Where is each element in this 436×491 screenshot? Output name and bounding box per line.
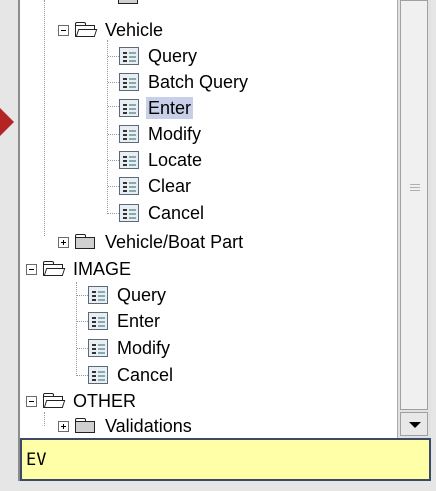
tree-guide-line — [77, 348, 88, 349]
tree-leaf-label: Query — [117, 285, 167, 305]
tree-node-vehicle[interactable]: Vehicle — [58, 17, 165, 43]
tree-node-validations[interactable]: Validations — [58, 413, 194, 438]
form-document-icon — [119, 99, 139, 117]
tree-leaf-image-modify[interactable]: Modify — [88, 335, 172, 361]
tree-row-partial — [118, 0, 146, 10]
tree-leaf-label: Query — [148, 46, 198, 66]
navigation-tree-panel: Vehicle Query Batch Query Enter Modify L… — [18, 0, 431, 481]
tree-node-image[interactable]: IMAGE — [26, 256, 133, 282]
open-folder-icon — [43, 261, 66, 277]
form-document-icon — [119, 151, 139, 169]
tree-guide-line — [76, 282, 77, 376]
form-document-icon — [119, 73, 139, 91]
closed-folder-icon — [118, 0, 140, 5]
tree-guide-line — [108, 56, 119, 57]
form-document-icon — [119, 177, 139, 195]
tree-node-label: Vehicle — [105, 20, 164, 40]
collapse-toggle-icon[interactable] — [26, 263, 37, 275]
open-folder-icon — [43, 393, 66, 409]
tree-leaf-label: Cancel — [117, 365, 174, 385]
scrollbar-thumb[interactable] — [400, 0, 428, 410]
tree-guide-line — [77, 295, 88, 296]
tree-guide-line — [107, 40, 108, 214]
tree-guide-line — [108, 134, 119, 135]
form-document-icon — [88, 366, 108, 384]
tree-leaf-vehicle-locate[interactable]: Locate — [119, 147, 204, 173]
tree-leaf-vehicle-query[interactable]: Query — [119, 43, 199, 69]
collapse-toggle-icon[interactable] — [58, 24, 69, 36]
command-tree[interactable]: Vehicle Query Batch Query Enter Modify L… — [20, 0, 397, 438]
form-document-icon — [119, 47, 139, 65]
tree-leaf-label: Batch Query — [148, 72, 249, 92]
tree-leaf-vehicle-clear[interactable]: Clear — [119, 173, 193, 199]
closed-folder-icon — [75, 234, 97, 250]
tree-guide-line — [108, 213, 119, 214]
tree-leaf-label: Modify — [117, 338, 171, 358]
form-document-icon — [119, 125, 139, 143]
form-document-icon — [88, 286, 108, 304]
tree-leaf-vehicle-batch-query[interactable]: Batch Query — [119, 69, 250, 95]
tree-node-label: Vehicle/Boat Part — [105, 232, 244, 252]
tree-node-label: OTHER — [73, 391, 136, 411]
tree-leaf-vehicle-cancel[interactable]: Cancel — [119, 200, 206, 226]
tree-guide-line — [108, 106, 119, 107]
tree-leaf-image-query[interactable]: Query — [88, 282, 168, 308]
form-document-icon — [88, 312, 108, 330]
tree-node-other[interactable]: OTHER — [26, 388, 138, 414]
tree-leaf-label-selected: Enter — [146, 97, 194, 119]
command-input[interactable] — [20, 438, 431, 481]
expand-toggle-icon[interactable] — [58, 236, 69, 248]
tree-guide-line — [44, 412, 45, 426]
vertical-scrollbar[interactable] — [397, 0, 431, 438]
tree-leaf-label: Enter — [117, 311, 161, 331]
tree-leaf-label: Clear — [148, 176, 192, 196]
tree-leaf-image-cancel[interactable]: Cancel — [88, 362, 175, 388]
scrollbar-grip-icon — [410, 184, 420, 192]
red-pointer-arrow-icon — [0, 108, 14, 136]
form-document-icon — [88, 339, 108, 357]
tree-node-label: IMAGE — [73, 259, 132, 279]
tree-leaf-label: Locate — [148, 150, 203, 170]
tree-leaf-vehicle-modify[interactable]: Modify — [119, 121, 203, 147]
expand-toggle-icon[interactable] — [58, 420, 69, 432]
tree-leaf-label: Cancel — [148, 203, 205, 223]
window-bottom-edge — [0, 481, 436, 491]
tree-guide-line — [108, 186, 119, 187]
tree-node-vehicle-boat-part[interactable]: Vehicle/Boat Part — [58, 229, 245, 255]
tree-guide-line — [108, 82, 119, 83]
tree-guide-line — [44, 0, 45, 236]
tree-guide-line — [77, 375, 88, 376]
tree-leaf-image-enter[interactable]: Enter — [88, 308, 162, 334]
tree-node-label: Validations — [105, 416, 192, 436]
collapse-toggle-icon[interactable] — [26, 395, 37, 407]
tree-guide-line — [77, 321, 88, 322]
open-folder-icon — [75, 22, 98, 38]
tree-guide-line — [108, 160, 119, 161]
tree-leaf-vehicle-enter[interactable]: Enter — [119, 95, 194, 121]
form-document-icon — [119, 204, 139, 222]
tree-leaf-label: Modify — [148, 124, 202, 144]
scroll-down-button[interactable] — [400, 412, 428, 436]
closed-folder-icon — [75, 418, 97, 434]
